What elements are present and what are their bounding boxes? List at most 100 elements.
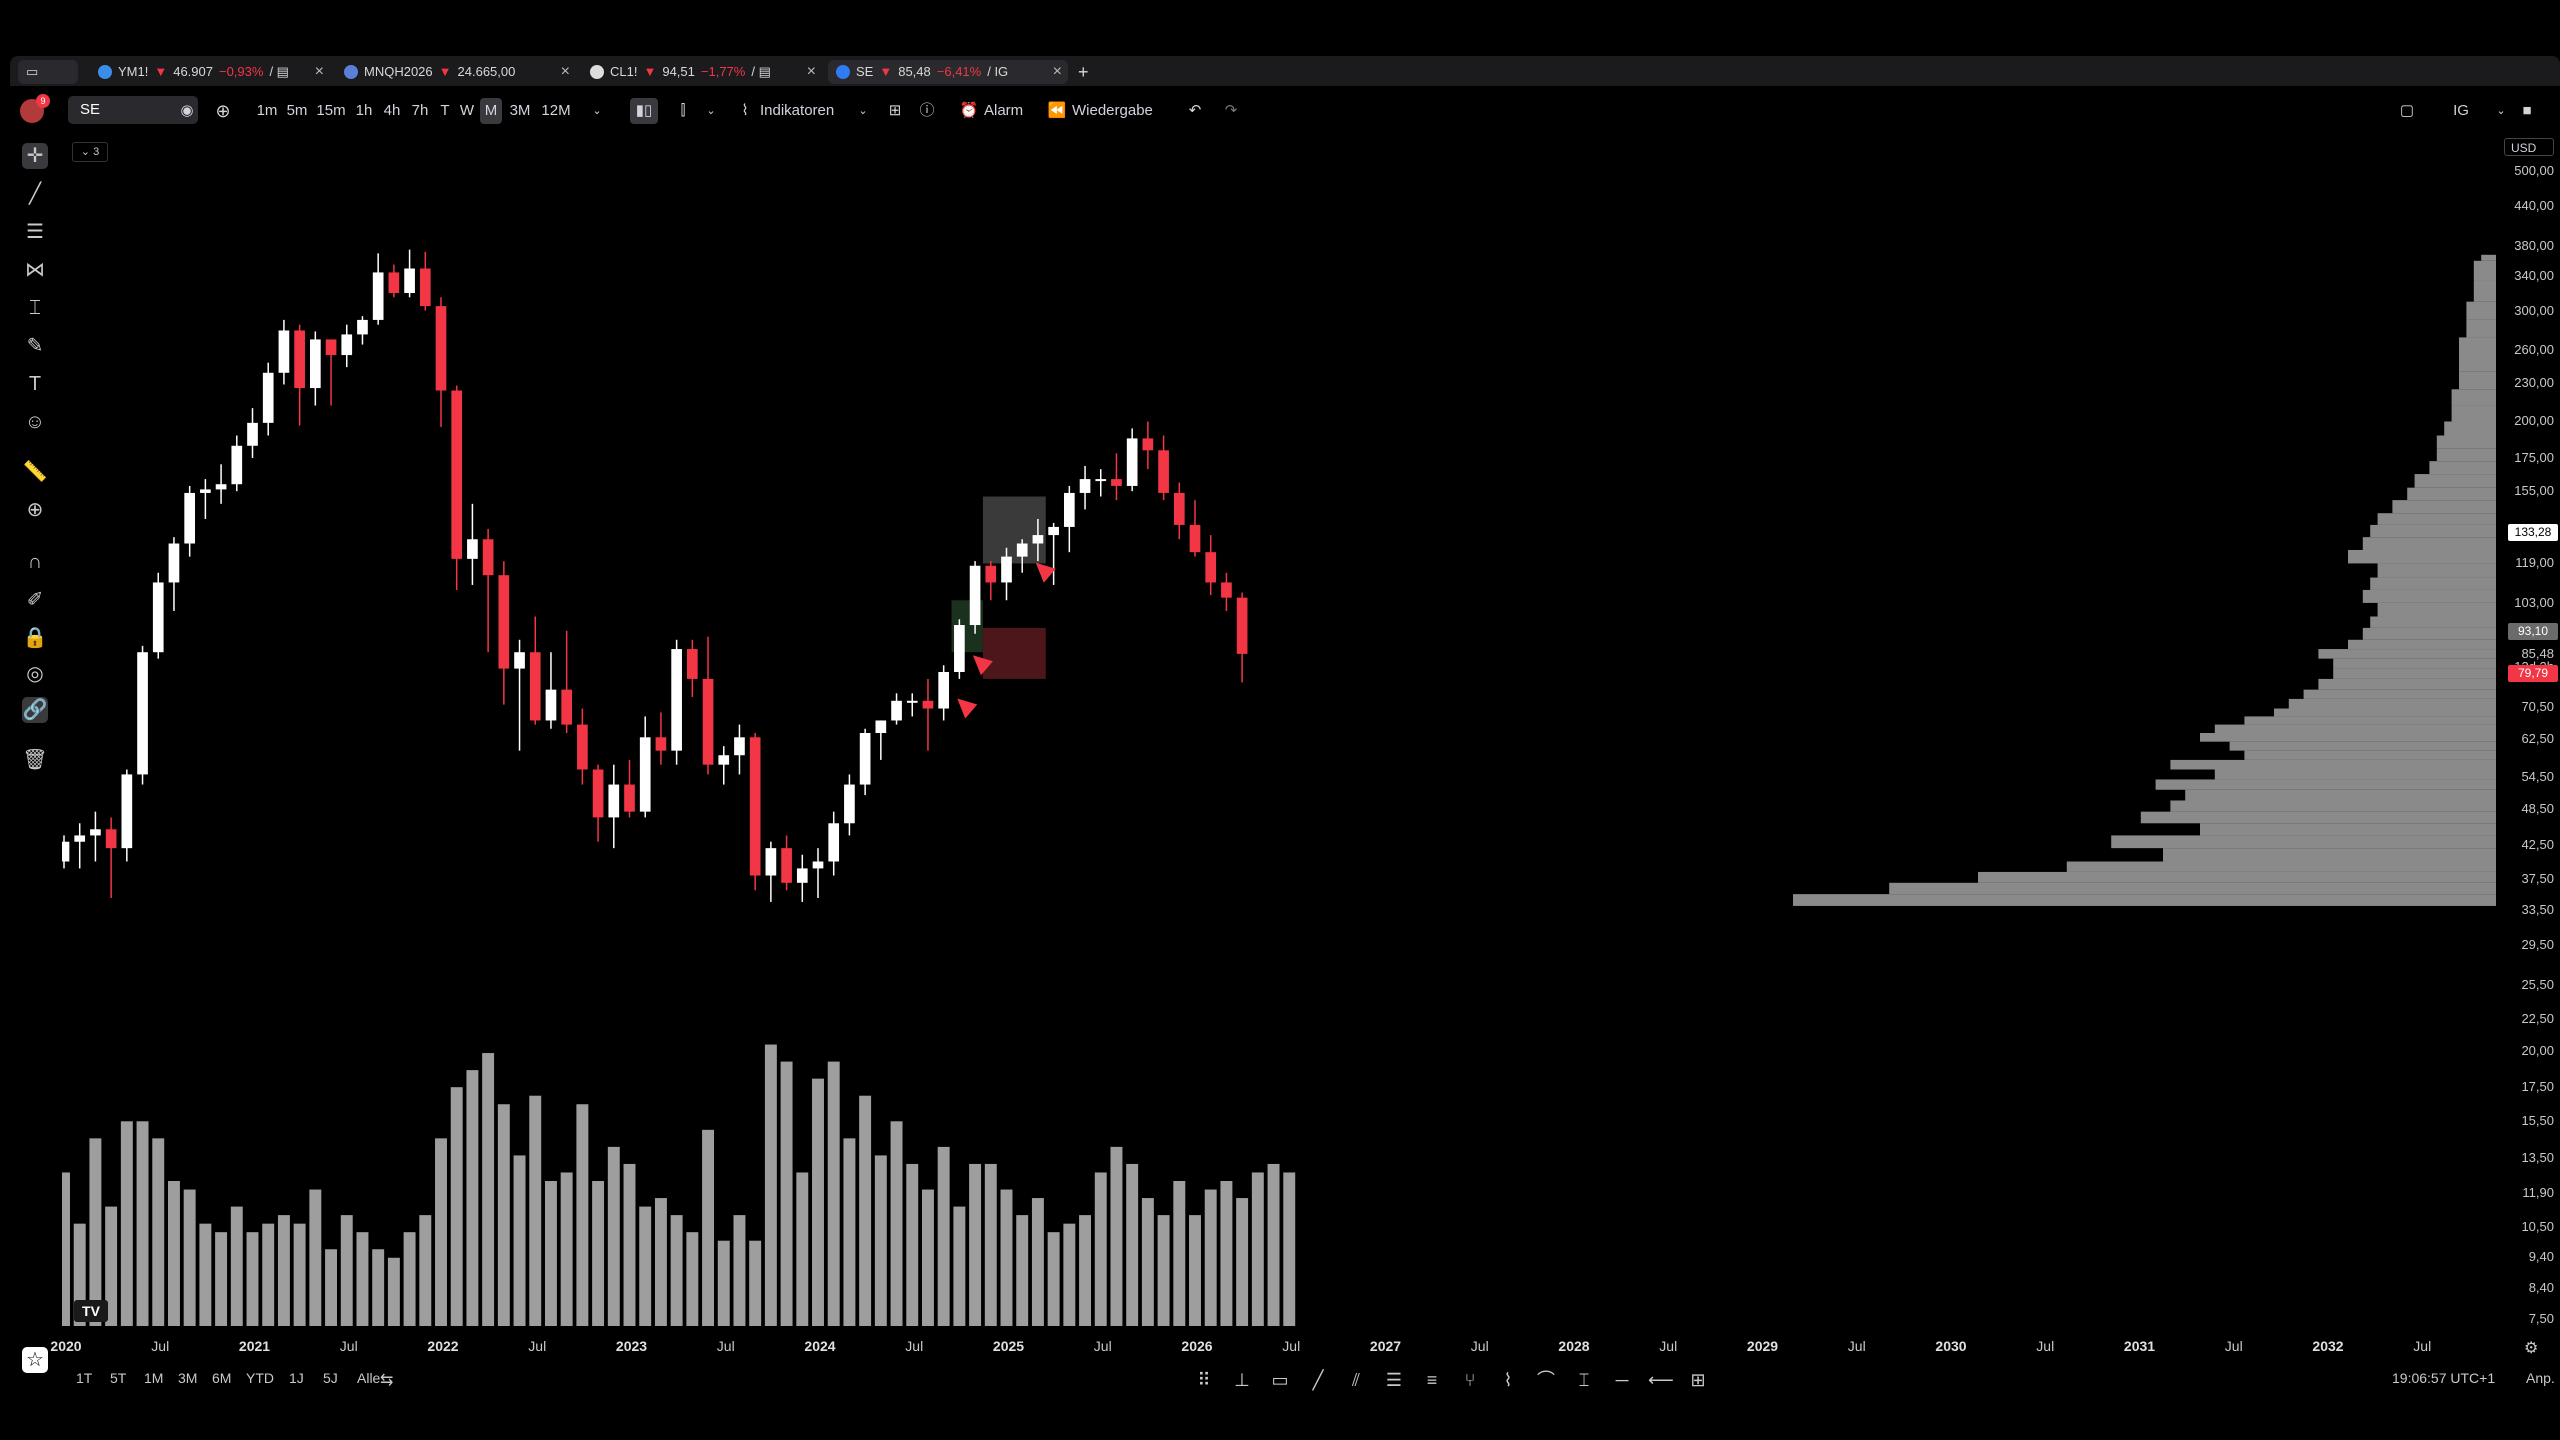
indicators-dropdown-icon[interactable]: ⌄ — [856, 98, 870, 124]
price-label-icon[interactable]: ⊞ — [1686, 1368, 1710, 1392]
replay-icon[interactable]: ⏪ — [1046, 98, 1068, 124]
parallel-channel-icon[interactable]: ⫽ — [1344, 1368, 1368, 1392]
emoji-icon[interactable]: ☺ — [22, 409, 48, 435]
tab-se[interactable]: SE ▼ 85,48 −6,41% / IG × — [828, 60, 1068, 84]
range-5T[interactable]: 5T — [110, 1370, 126, 1386]
horizontal-line-icon[interactable]: ─ — [1610, 1368, 1634, 1392]
link-icon[interactable]: 🔗 — [22, 697, 48, 723]
fullscreen-icon[interactable]: ▢ — [2394, 98, 2420, 124]
path-icon[interactable]: ⌇ — [1496, 1368, 1520, 1392]
crosshair-icon[interactable]: ✛ — [22, 143, 48, 169]
fib-retracement-icon[interactable]: ☰ — [1382, 1368, 1406, 1392]
window-menu-button[interactable]: ▭ — [18, 60, 78, 84]
tab-cl[interactable]: CL1! ▼ 94,51 −1,77% / ▤ × — [582, 60, 822, 84]
favorites-star-icon[interactable]: ☆ — [22, 1347, 48, 1373]
grip-icon[interactable]: ⠿ — [1192, 1368, 1216, 1392]
compare-add-icon[interactable]: ⊕ — [210, 98, 236, 124]
interval-5m[interactable]: 5m — [284, 98, 310, 124]
projection-icon[interactable]: ⌶ — [22, 295, 48, 321]
pitchfork-icon[interactable]: ⑂ — [1458, 1368, 1482, 1392]
interval-3M[interactable]: 3M — [506, 98, 534, 124]
interval-M[interactable]: M — [480, 98, 502, 124]
indicators-button[interactable]: Indikatoren — [760, 98, 850, 124]
new-tab-button[interactable]: + — [1070, 60, 1094, 84]
time-label: Jul — [339, 1338, 358, 1354]
range-icon[interactable]: ⌶ — [1572, 1368, 1596, 1392]
volume-bar — [1094, 1172, 1107, 1326]
range-1M[interactable]: 1M — [144, 1370, 163, 1386]
price-label: 340,00 — [2514, 268, 2554, 284]
curve-icon[interactable]: ⌒ — [1534, 1368, 1558, 1392]
price-chart[interactable] — [62, 140, 2500, 1338]
collapse-indicators-button[interactable]: ⌄ 3 — [72, 142, 108, 162]
range-5J[interactable]: 5J — [323, 1370, 338, 1386]
text-icon[interactable]: T — [22, 371, 48, 397]
trendline-icon[interactable]: ╱ — [22, 181, 48, 207]
templates-icon[interactable]: ⊞ — [884, 98, 906, 124]
tab-mnq[interactable]: MNQH2026 ▼ 24.665,00 × — [336, 60, 576, 84]
tab-ym[interactable]: YM1! ▼ 46.907 −0,93% / ▤ × — [90, 60, 330, 84]
magnet-icon[interactable]: ∩ — [22, 549, 48, 575]
trash-icon[interactable]: 🗑 — [22, 747, 48, 773]
zone-box[interactable] — [982, 627, 1046, 679]
rectangle-icon[interactable]: ▭ — [1268, 1368, 1292, 1392]
ruler-icon[interactable]: 📏 — [22, 459, 48, 485]
zone-box[interactable] — [982, 496, 1046, 564]
interval-W[interactable]: W — [458, 98, 476, 124]
close-icon[interactable]: × — [315, 60, 324, 84]
range-1T[interactable]: 1T — [76, 1370, 92, 1386]
close-icon[interactable]: × — [1053, 60, 1062, 84]
info-icon[interactable]: ⓘ — [916, 98, 938, 124]
trendline-icon[interactable]: ╱ — [1306, 1368, 1330, 1392]
range-YTD[interactable]: YTD — [246, 1370, 274, 1386]
candle-body — [137, 652, 148, 775]
interval-12M[interactable]: 12M — [538, 98, 574, 124]
range-1J[interactable]: 1J — [289, 1370, 304, 1386]
indicators-icon[interactable]: ⌇ — [734, 98, 756, 124]
signal-marker[interactable] — [957, 698, 978, 719]
candle-body — [577, 724, 588, 770]
interval-15m[interactable]: 15m — [314, 98, 348, 124]
chart-type-dropdown-icon[interactable]: ⌄ — [704, 98, 718, 124]
time-label: 2022 — [427, 1338, 459, 1354]
layout-name-button[interactable]: IG — [2446, 98, 2476, 124]
layout-dropdown-icon[interactable]: ⌄ — [2494, 98, 2508, 124]
lock-icon[interactable]: 🔒 — [22, 625, 48, 651]
axis-settings-icon[interactable]: ⚙ — [2524, 1338, 2538, 1358]
lock-draw-icon[interactable]: ✐ — [22, 587, 48, 613]
currency-button[interactable]: USD — [2504, 138, 2554, 156]
close-icon[interactable]: × — [807, 60, 816, 84]
signal-marker[interactable] — [1035, 562, 1056, 583]
interval-1m[interactable]: 1m — [254, 98, 280, 124]
redo-icon[interactable]: ↷ — [1220, 98, 1242, 124]
goto-date-icon[interactable]: ⇆ — [380, 1370, 393, 1390]
interval-7h[interactable]: 7h — [408, 98, 432, 124]
fib-icon[interactable]: ☰ — [22, 219, 48, 245]
fib-extension-icon[interactable]: ≡ — [1420, 1368, 1444, 1392]
long-position-icon[interactable]: ⊥ — [1230, 1368, 1254, 1392]
ray-icon[interactable]: ⟵ — [1648, 1368, 1674, 1392]
replay-button[interactable]: Wiedergabe — [1072, 98, 1168, 124]
pattern-icon[interactable]: ⋈ — [22, 257, 48, 283]
range-6M[interactable]: 6M — [212, 1370, 231, 1386]
range-Alle[interactable]: Alle — [357, 1370, 380, 1386]
interval-T[interactable]: T — [436, 98, 454, 124]
interval-4h[interactable]: 4h — [380, 98, 404, 124]
alarm-icon[interactable]: ⏰ — [958, 98, 980, 124]
interval-1h[interactable]: 1h — [352, 98, 376, 124]
brush-icon[interactable]: ✎ — [22, 333, 48, 359]
price-scale[interactable]: USD 500,00 440,00 380,00 340,00 300,00 260,00… — [2500, 138, 2560, 1330]
visibility-icon[interactable]: ◎ — [22, 661, 48, 687]
close-icon[interactable]: × — [561, 60, 570, 84]
symbol-detail-icon[interactable]: ◉ — [176, 98, 198, 124]
adjust-button[interactable]: Anp. — [2526, 1370, 2555, 1386]
time-axis[interactable]: 2020 Jul 2021 Jul 2022 Jul 2023 Jul 2024 Jul 2025 J… — [50, 1338, 2502, 1362]
interval-dropdown-icon[interactable]: ⌄ — [590, 98, 604, 124]
range-3M[interactable]: 3M — [178, 1370, 197, 1386]
chart-type-icon[interactable]: ⫿ — [670, 98, 696, 124]
undo-icon[interactable]: ↶ — [1184, 98, 1206, 124]
settings-icon[interactable]: ■ — [2518, 98, 2536, 124]
zoom-icon[interactable]: ⊕ — [22, 497, 48, 523]
candles-type-icon[interactable]: ▮▯ — [630, 98, 658, 124]
alarm-button[interactable]: Alarm — [984, 98, 1034, 124]
